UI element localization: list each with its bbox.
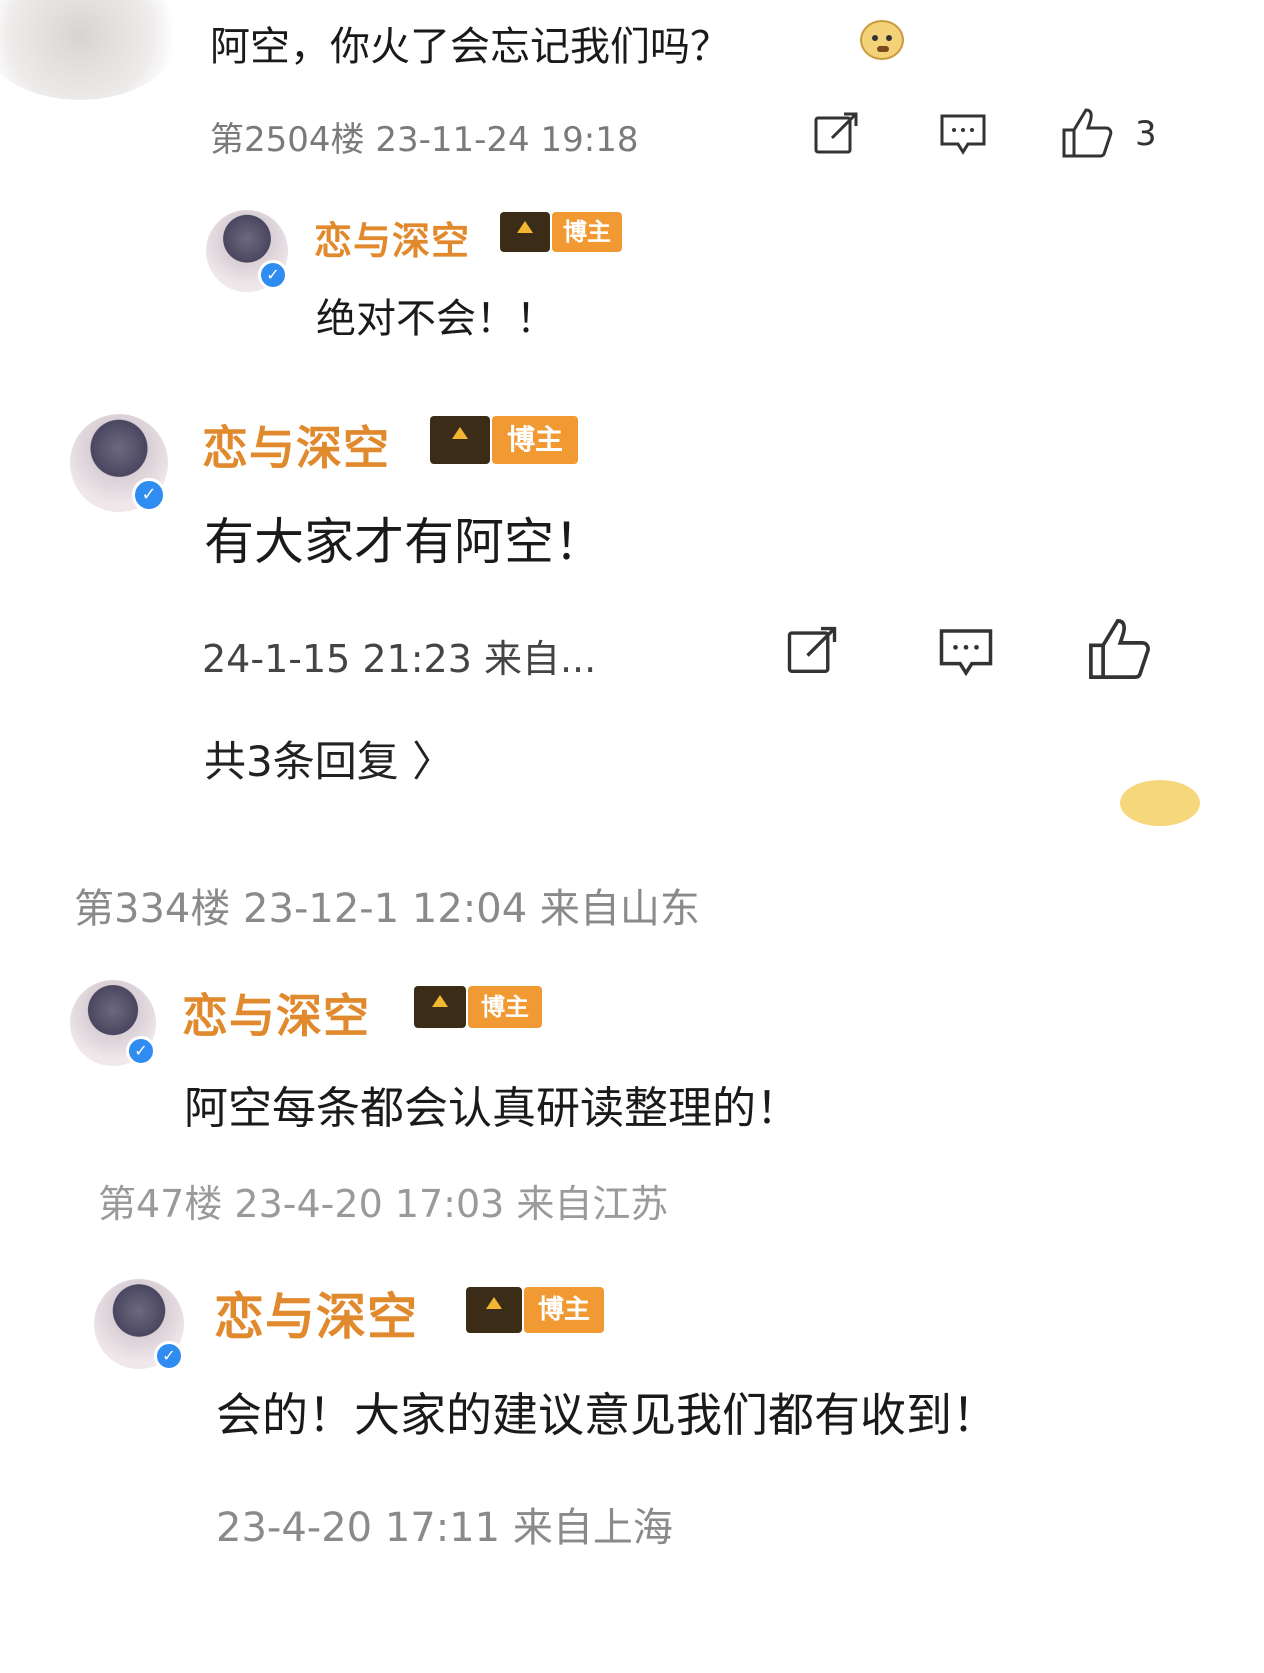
decorative-yellow-blob bbox=[1120, 780, 1200, 826]
blogger-badge: 博主 bbox=[430, 416, 578, 464]
badge-label: 博主 bbox=[524, 1287, 604, 1333]
view-replies-link[interactable]: 共3条回复 〉 bbox=[204, 728, 454, 787]
crown-icon bbox=[466, 1287, 522, 1333]
doge-emoji-icon bbox=[860, 20, 904, 60]
crown-icon bbox=[500, 212, 550, 252]
author-username[interactable]: 恋与深空 bbox=[182, 980, 370, 1046]
badge-label: 博主 bbox=[468, 986, 542, 1028]
badge-label: 博主 bbox=[492, 416, 578, 464]
crown-icon bbox=[430, 416, 490, 464]
comment-section-2: ✓ 恋与深空 博主 有大家才有阿空！ 24-1-15 21:23 来自... 共… bbox=[0, 392, 1264, 787]
like-icon[interactable] bbox=[1060, 106, 1114, 160]
blogger-badge: 博主 bbox=[414, 986, 542, 1028]
comment-section-4: 第47楼 23-4-20 17:03 来自江苏 ✓ 恋与深空 博主 会的！大家的… bbox=[0, 1165, 1264, 1673]
badge-label: 博主 bbox=[552, 212, 622, 252]
comment-text: 阿空，你火了会忘记我们吗？ bbox=[210, 24, 730, 70]
crown-icon bbox=[414, 986, 466, 1028]
blogger-badge: 博主 bbox=[500, 212, 622, 252]
comment-icon[interactable] bbox=[938, 110, 988, 158]
author-username[interactable]: 恋与深空 bbox=[214, 1277, 418, 1349]
verified-icon: ✓ bbox=[258, 260, 288, 290]
like-count: 3 bbox=[1135, 114, 1157, 154]
author-username[interactable]: 恋与深空 bbox=[202, 412, 390, 478]
comment-meta: 23-4-20 17:11 来自上海 bbox=[216, 1505, 673, 1551]
share-icon[interactable] bbox=[812, 110, 860, 158]
comment-text: 有大家才有阿空！ bbox=[204, 513, 604, 571]
like-icon[interactable] bbox=[1086, 616, 1152, 682]
verified-icon: ✓ bbox=[132, 478, 166, 512]
commenter-avatar-partial[interactable] bbox=[0, 0, 180, 100]
comment-section-1: 阿空，你火了会忘记我们吗？ 第2504楼 23-11-24 19:18 3 ✓ … bbox=[0, 0, 1264, 390]
verified-icon: ✓ bbox=[126, 1036, 156, 1066]
comment-text: 阿空每条都会认真研读整理的！ bbox=[184, 1083, 800, 1134]
comment-meta: 第2504楼 23-11-24 19:18 bbox=[210, 120, 639, 160]
floor-meta: 第47楼 23-4-20 17:03 来自江苏 bbox=[98, 1182, 669, 1226]
comment-text: 会的！大家的建议意见我们都有收到！ bbox=[216, 1388, 998, 1442]
comment-section-3: 第334楼 23-12-1 12:04 来自山东 ✓ 恋与深空 博主 阿空每条都… bbox=[0, 840, 1264, 1160]
comment-meta: 24-1-15 21:23 来自... bbox=[202, 637, 597, 681]
comment-icon[interactable] bbox=[936, 624, 996, 680]
share-icon[interactable] bbox=[784, 624, 840, 678]
verified-icon: ✓ bbox=[154, 1341, 184, 1371]
blogger-badge: 博主 bbox=[466, 1287, 604, 1333]
floor-meta: 第334楼 23-12-1 12:04 来自山东 bbox=[74, 886, 700, 932]
reply-username[interactable]: 恋与深空 bbox=[314, 210, 470, 265]
reply-text: 绝对不会！！ bbox=[316, 296, 556, 342]
